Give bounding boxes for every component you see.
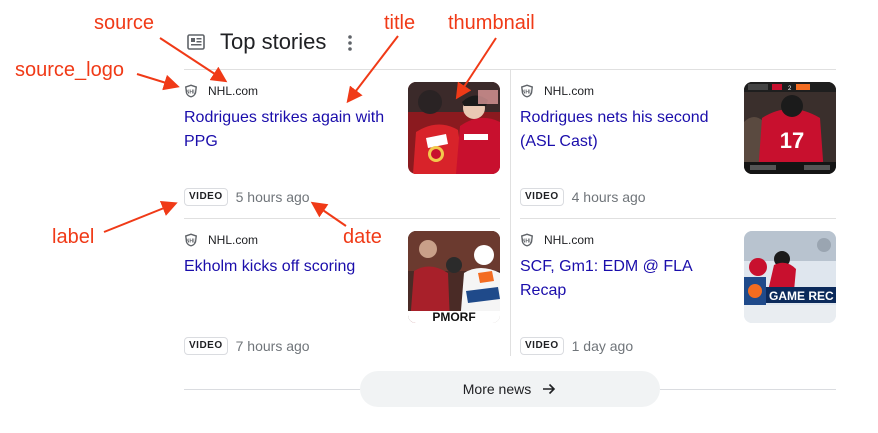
arrow-to-label	[103, 201, 178, 233]
arrow-to-thumbnail	[455, 37, 497, 100]
arrow-to-title	[346, 35, 399, 104]
arrow-to-source-logo	[136, 73, 180, 91]
annotation-arrows	[103, 35, 497, 233]
arrow-to-source	[159, 37, 228, 83]
arrow-to-date	[310, 201, 347, 227]
